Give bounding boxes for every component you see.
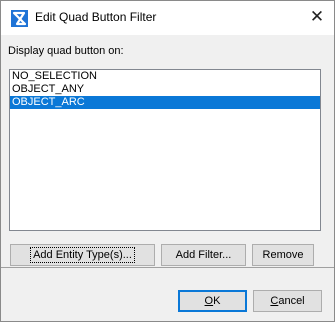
close-icon: ✕: [309, 7, 325, 26]
app-logo-icon: [11, 10, 28, 27]
display-on-label: Display quad button on:: [8, 45, 124, 57]
title-bar[interactable]: Edit Quad Button Filter ✕: [1, 1, 334, 35]
cancel-button[interactable]: Cancel: [253, 290, 322, 312]
cancel-label: Cancel: [270, 295, 305, 307]
dialog-window: Edit Quad Button Filter ✕ Display quad b…: [0, 0, 335, 322]
footer-separator: [1, 267, 334, 268]
list-item-object-any[interactable]: OBJECT_ANY: [10, 83, 320, 96]
ok-label: OK: [204, 295, 221, 307]
ok-button[interactable]: OK: [178, 290, 247, 312]
close-button[interactable]: ✕: [300, 1, 334, 35]
list-item-object-arc[interactable]: OBJECT_ARC: [10, 96, 320, 109]
add-entity-type-button[interactable]: Add Entity Type(s)...: [10, 244, 155, 266]
entity-type-listbox[interactable]: NO_SELECTION OBJECT_ANY OBJECT_ARC: [9, 69, 321, 231]
remove-label: Remove: [262, 249, 304, 261]
add-entity-type-label: Add Entity Type(s)...: [30, 247, 135, 263]
dialog-title: Edit Quad Button Filter: [35, 10, 157, 24]
add-filter-label: Add Filter...: [175, 249, 232, 261]
list-item-no-selection[interactable]: NO_SELECTION: [10, 70, 320, 83]
remove-button[interactable]: Remove: [252, 244, 314, 266]
add-filter-button[interactable]: Add Filter...: [161, 244, 246, 266]
